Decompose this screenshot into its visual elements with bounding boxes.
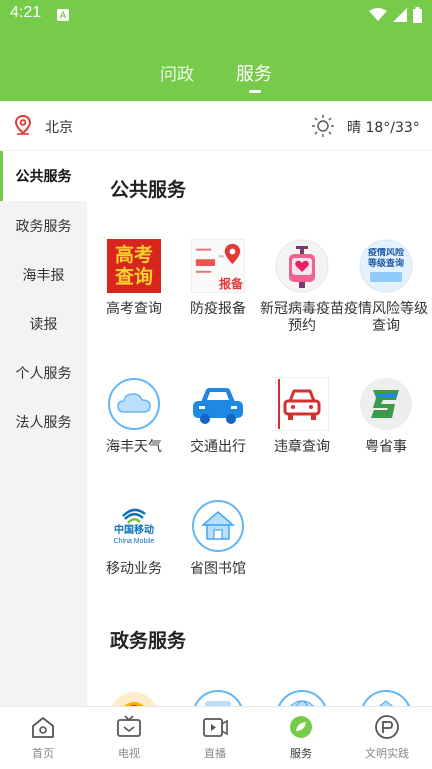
- violation-car-icon: [275, 377, 329, 431]
- service-label: 交通出行: [190, 439, 246, 455]
- epidemic-report-icon: 报备: [191, 239, 245, 293]
- service-label: 防疫报备: [190, 301, 246, 317]
- service-government-partial[interactable]: [92, 689, 176, 706]
- service-label: 高考查询: [106, 301, 162, 317]
- sidebar: 公共服务 政务服务 海丰报 读报 个人服务 法人服务: [0, 151, 87, 706]
- status-time: 4:21: [10, 4, 42, 21]
- nav-civilization[interactable]: 文明实践: [344, 707, 430, 769]
- nav-label: 电视: [118, 747, 140, 760]
- wifi-icon: [369, 8, 387, 21]
- service-vaccine[interactable]: 新冠病毒疫苗预约: [260, 239, 344, 335]
- sidebar-item-label: 海丰报: [22, 268, 65, 284]
- nav-label: 文明实践: [365, 747, 409, 760]
- service-epidemic-report[interactable]: 报备 防疫报备: [176, 239, 260, 318]
- service-china-mobile[interactable]: 中国移动 China Mobile 移动业务: [92, 499, 176, 578]
- sidebar-item-label: 个人服务: [15, 366, 72, 382]
- sidebar-item-read-paper[interactable]: 读报: [0, 299, 87, 349]
- nav-service[interactable]: 服务: [258, 707, 344, 769]
- weather-text: 晴 18°/33°: [347, 120, 420, 136]
- service-violation[interactable]: 违章查询: [260, 377, 344, 456]
- car-icon: [191, 377, 245, 431]
- sidebar-item-label: 政务服务: [15, 219, 72, 235]
- service-library[interactable]: 省图书馆: [176, 499, 260, 578]
- notification-icon: A: [57, 9, 69, 21]
- emblem-icon: [107, 689, 161, 706]
- tab-indicator: [249, 90, 261, 93]
- service-label: 移动业务: [106, 561, 162, 577]
- sidebar-item-haifeng-news[interactable]: 海丰报: [0, 250, 87, 300]
- sidebar-item-personal-service[interactable]: 个人服务: [0, 348, 87, 398]
- nav-tv[interactable]: 电视: [86, 707, 172, 769]
- gaokao-icon: 高考查询: [107, 239, 161, 293]
- service-gaokao[interactable]: 高考查询 高考查询: [92, 239, 176, 318]
- globe-icon: [275, 689, 329, 706]
- location-pin-icon[interactable]: [14, 115, 32, 135]
- nav-label: 服务: [290, 747, 312, 760]
- section-title-government: 政务服务: [110, 630, 187, 652]
- vaccine-icon: [275, 239, 329, 293]
- section-title-public: 公共服务: [110, 179, 187, 201]
- tv-icon: [117, 715, 141, 737]
- service-government-partial[interactable]: [260, 689, 344, 706]
- sun-icon: [312, 115, 334, 137]
- yueshengshi-icon: [359, 377, 413, 431]
- building-icon: [359, 689, 413, 706]
- sidebar-item-label: 读报: [29, 317, 58, 333]
- tab-wenzheng[interactable]: 问政: [160, 60, 194, 85]
- china-mobile-icon: 中国移动 China Mobile: [107, 499, 161, 553]
- cloud-icon: [107, 377, 161, 431]
- service-label: 粤省事: [365, 439, 407, 455]
- location-bar: 北京 晴 18°/33°: [0, 101, 432, 151]
- service-risk-level[interactable]: 疫情风险等级查询 疫情风险等级查询: [344, 239, 428, 335]
- service-yueshengshi[interactable]: 粤省事: [344, 377, 428, 456]
- service-label: 违章查询: [274, 439, 330, 455]
- nav-label: 直播: [204, 747, 226, 760]
- live-icon: [203, 718, 228, 737]
- header: 4:21 A 问政 服务: [0, 0, 432, 101]
- service-government-partial[interactable]: [176, 689, 260, 706]
- signal-icon: [393, 8, 407, 22]
- battery-icon: [413, 7, 422, 23]
- service-weather[interactable]: 海丰天气: [92, 377, 176, 456]
- service-label: 新冠病毒疫苗预约: [260, 301, 344, 334]
- nav-live[interactable]: 直播: [172, 707, 258, 769]
- sidebar-item-legal-entity-service[interactable]: 法人服务: [0, 397, 87, 447]
- library-icon: [191, 499, 245, 553]
- location-city[interactable]: 北京: [45, 117, 73, 137]
- service-grid: 公共服务 高考查询 高考查询 报备 防疫报备 新冠病毒疫苗预约 疫情风险等级查询…: [87, 151, 432, 706]
- service-icon-partial: [191, 689, 245, 706]
- nav-label: 首页: [32, 747, 54, 760]
- service-icon: [290, 716, 312, 738]
- home-icon: [32, 717, 54, 738]
- nav-home[interactable]: 首页: [0, 707, 86, 769]
- service-label: 海丰天气: [106, 439, 162, 455]
- status-bar: 4:21 A: [0, 0, 432, 30]
- sidebar-item-label: 公共服务: [15, 169, 72, 185]
- service-traffic[interactable]: 交通出行: [176, 377, 260, 456]
- risk-level-icon: 疫情风险等级查询: [359, 239, 413, 293]
- sidebar-item-public-service[interactable]: 公共服务: [0, 151, 87, 201]
- tab-service[interactable]: 服务: [236, 60, 272, 86]
- bottom-nav: 首页 电视 直播 服务 文明实践: [0, 706, 432, 769]
- sidebar-item-label: 法人服务: [15, 415, 72, 431]
- sidebar-item-government-service[interactable]: 政务服务: [0, 201, 87, 251]
- service-label: 疫情风险等级查询: [344, 301, 428, 334]
- service-label: 省图书馆: [190, 561, 246, 577]
- civilization-icon: [375, 715, 399, 739]
- sidebar-active-indicator: [0, 151, 3, 201]
- service-government-partial[interactable]: [344, 689, 428, 706]
